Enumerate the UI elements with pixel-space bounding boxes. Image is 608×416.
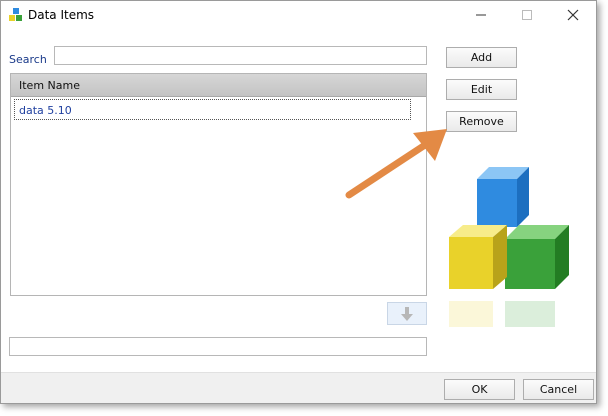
move-down-button[interactable] [387,302,427,325]
column-header-item-name[interactable]: Item Name [11,74,426,97]
dialog-footer: OK Cancel [1,372,596,403]
window-title: Data Items [28,8,95,22]
minimize-button[interactable] [458,1,504,29]
app-icon [9,8,22,21]
remove-button[interactable]: Remove [446,111,517,132]
close-button[interactable] [550,1,596,29]
item-details-field[interactable] [9,337,427,356]
annotation-arrow-icon [345,129,447,199]
ok-button[interactable]: OK [444,379,515,400]
list-item-label: data 5.10 [19,104,72,117]
maximize-icon [522,10,532,20]
edit-button[interactable]: Edit [446,79,517,100]
add-button[interactable]: Add [446,47,517,68]
data-items-dialog: Data Items Search Item Name data 5.10 Ad… [0,0,597,404]
close-icon [567,9,579,21]
cancel-button[interactable]: Cancel [523,379,594,400]
data-cubes-icon [449,167,569,327]
search-input[interactable] [54,46,427,65]
maximize-button[interactable] [504,1,550,29]
list-item[interactable]: data 5.10 [14,99,411,120]
search-label: Search [9,53,47,66]
dialog-body: Search Item Name data 5.10 Add Edit Remo… [1,31,596,373]
minimize-icon [476,14,486,16]
column-header-label: Item Name [19,79,80,92]
title-bar: Data Items [1,1,596,31]
arrow-down-icon [401,306,413,321]
